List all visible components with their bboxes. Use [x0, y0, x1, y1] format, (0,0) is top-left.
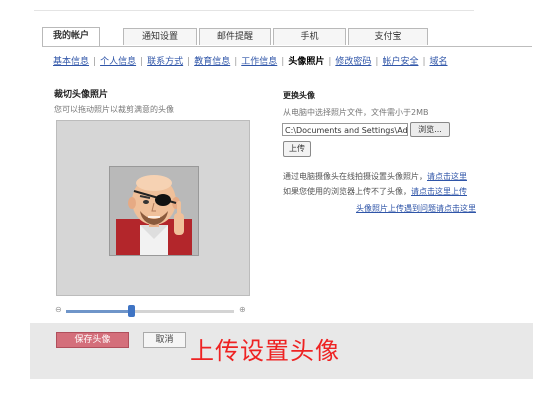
tab-notification-settings[interactable]: 通知设置	[123, 28, 197, 45]
crop-title: 裁切头像照片	[54, 90, 109, 100]
subnav-basic-info[interactable]: 基本信息	[53, 57, 89, 67]
webcam-info: 通过电脑摄像头在线拍摄设置头像照片，请点击这里	[283, 171, 467, 182]
subnav-separator: |	[375, 57, 379, 67]
subnav-separator: |	[234, 57, 238, 67]
webcam-info-text: 通过电脑摄像头在线拍摄设置头像照片，	[283, 172, 427, 181]
webcam-link[interactable]: 请点击这里	[427, 172, 467, 181]
alt-upload-info-text: 如果您使用的浏览器上传不了头像，	[283, 187, 411, 196]
crop-hint: 您可以拖动照片以裁剪满意的头像	[54, 105, 174, 114]
subnav-contact[interactable]: 联系方式	[147, 57, 183, 67]
zoom-in-icon[interactable]: ⊕	[239, 305, 246, 314]
tab-my-account[interactable]: 我的帐户	[42, 27, 100, 46]
profile-subnav: 基本信息 | 个人信息 | 联系方式 | 教育信息 | 工作信息 | 头像照片 | 修改密码 | 帐户安全 |…	[53, 54, 533, 67]
subnav-separator: |	[281, 57, 285, 67]
subnav-separator: |	[93, 57, 97, 67]
subnav-education[interactable]: 教育信息	[194, 57, 230, 67]
save-avatar-button[interactable]: 保存头像	[56, 332, 129, 348]
subnav-work[interactable]: 工作信息	[241, 57, 277, 67]
tab-alipay[interactable]: 支付宝	[348, 28, 428, 45]
alt-upload-info: 如果您使用的浏览器上传不了头像，请点击这里上传	[283, 186, 467, 197]
browse-button[interactable]: 浏览...	[410, 122, 450, 137]
upload-hint: 从电脑中选择照片文件，文件需小于2MB	[283, 108, 429, 117]
avatar-image	[110, 167, 198, 255]
subnav-separator: |	[140, 57, 144, 67]
account-tabs: 我的帐户 通知设置 邮件提醒 手机 支付宝	[42, 24, 532, 47]
subnav-separator: |	[422, 57, 426, 67]
subnav-separator: |	[328, 57, 332, 67]
avatar-crop-box[interactable]	[109, 166, 199, 256]
alt-upload-link[interactable]: 请点击这里上传	[411, 187, 467, 196]
zoom-slider-fill	[66, 310, 132, 313]
tab-email-alerts[interactable]: 邮件提醒	[199, 28, 271, 45]
zoom-out-icon[interactable]: ⊖	[55, 305, 62, 314]
upload-title: 更换头像	[283, 91, 315, 100]
subnav-personal-info[interactable]: 个人信息	[100, 57, 136, 67]
tab-mobile[interactable]: 手机	[273, 28, 346, 45]
subnav-account-security[interactable]: 帐户安全	[382, 57, 418, 67]
caption-text: 上传设置头像	[190, 337, 340, 365]
upload-button[interactable]: 上传	[283, 141, 311, 157]
top-divider	[34, 10, 474, 11]
cancel-button[interactable]: 取消	[143, 332, 186, 348]
file-path-input[interactable]: C:\Documents and Settings\Adm	[282, 123, 408, 136]
subnav-domain[interactable]: 域名	[430, 57, 448, 67]
subnav-separator: |	[187, 57, 191, 67]
zoom-slider-handle[interactable]	[128, 305, 135, 317]
upload-help-link[interactable]: 头像照片上传遇到问题请点击这里	[356, 203, 476, 214]
subnav-change-password[interactable]: 修改密码	[335, 57, 371, 67]
subnav-avatar[interactable]: 头像照片	[288, 57, 324, 67]
